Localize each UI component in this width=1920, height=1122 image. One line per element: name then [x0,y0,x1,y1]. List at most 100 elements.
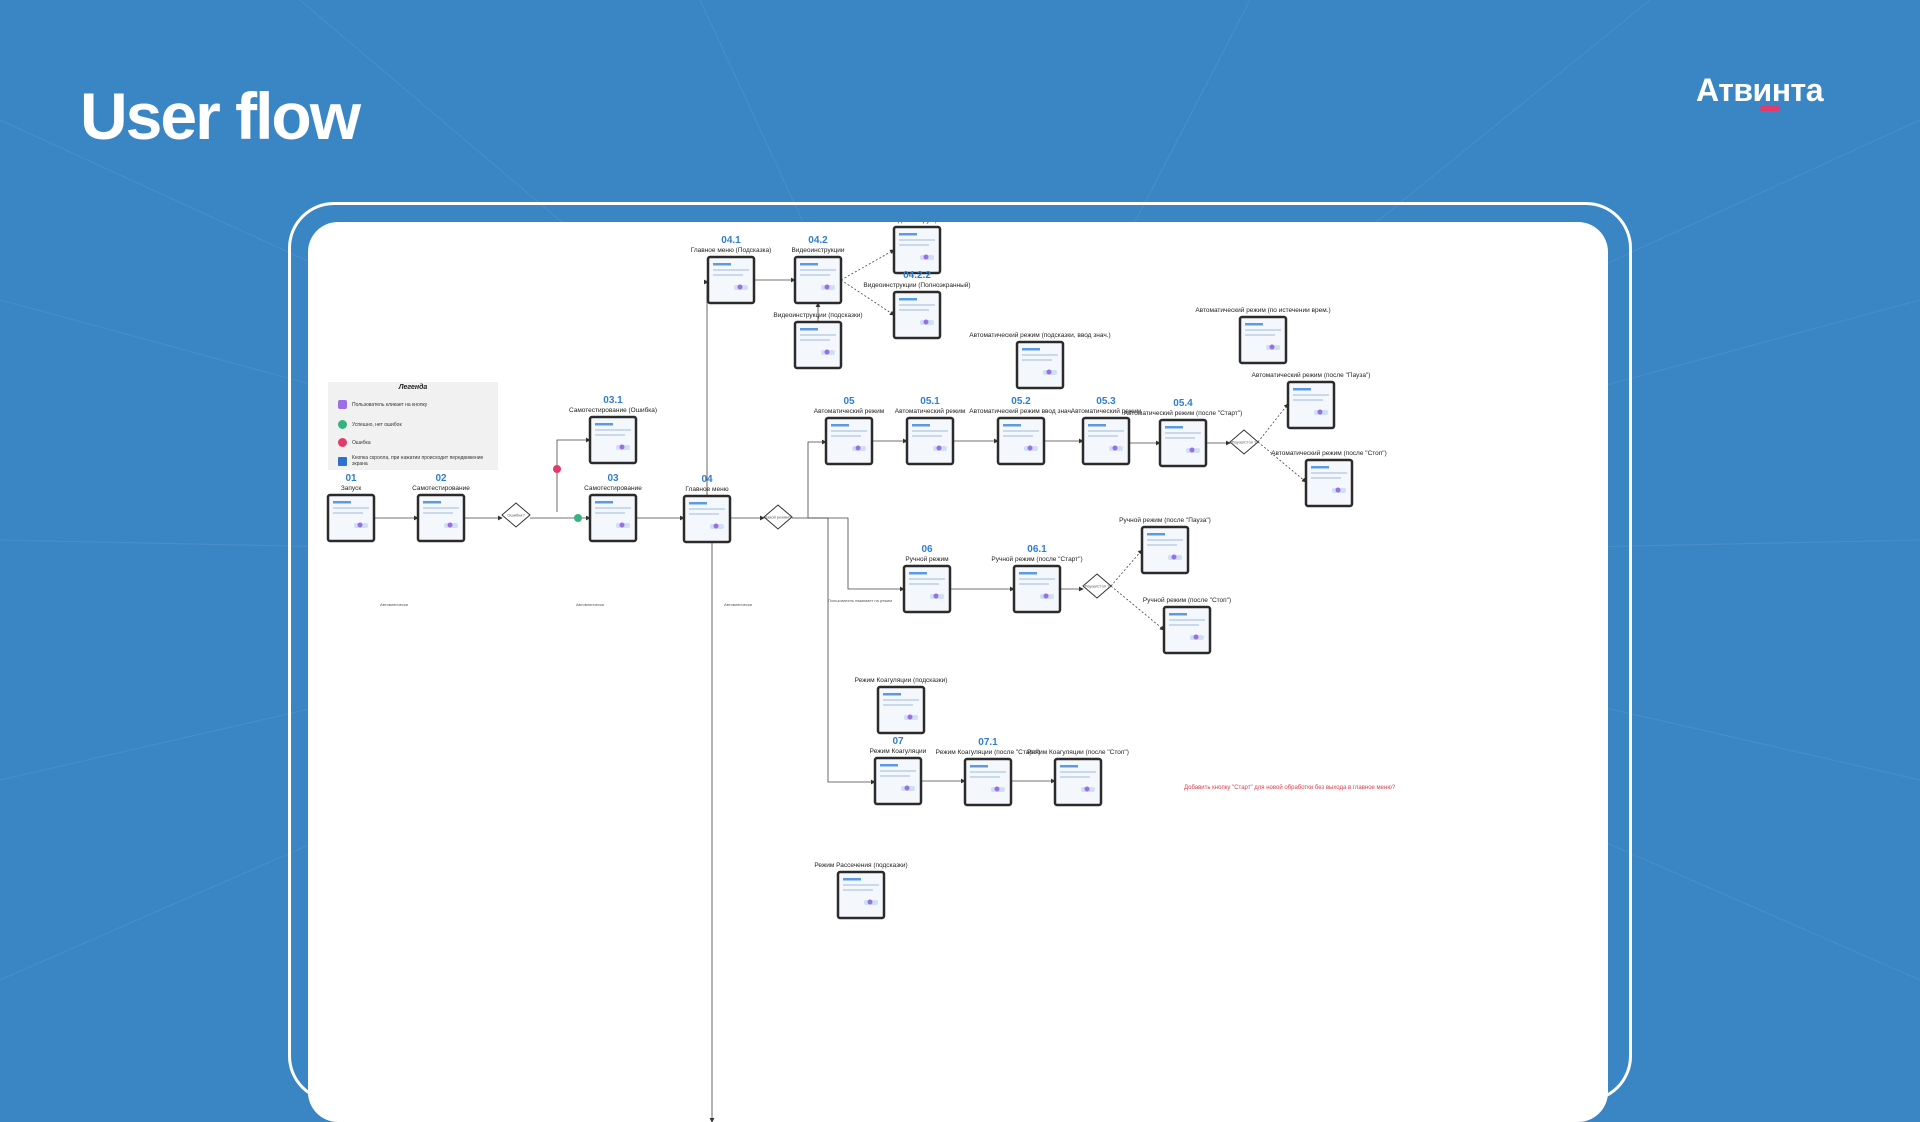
screen-node: Ручной режим (после "Стоп") [1143,596,1231,655]
click-marker-icon [357,522,363,528]
screen-number: 05.1 [920,396,940,407]
screen-ui-line [1060,776,1090,778]
screen-node: 05.2Автоматический режим ввод знач. [969,396,1073,466]
screen-ui-line [1165,432,1201,434]
screen-ui-line [1147,544,1177,546]
screen-ui-bar [333,501,351,504]
connector [808,517,876,785]
screen-ui-line [689,513,719,515]
screen-number: 05 [843,396,855,407]
decision-label: Пауза/Стоп ? [1232,440,1257,445]
screen-ui-line [423,507,459,509]
screen-node: 01Запуск [326,473,376,543]
screen-ui-bar [1245,323,1263,326]
screen-ui-line [333,512,363,514]
click-marker-icon [1189,447,1195,453]
screen-ui-line [970,776,1000,778]
screen-number: 04.2.2 [903,270,931,281]
edge-label: Автоматически [724,602,752,607]
screen-ui-line [843,889,873,891]
screen-title: Режим Коагуляции (подсказки) [855,677,948,684]
screen-ui-line [1169,624,1199,626]
screen-title: Автоматический режим [895,407,966,415]
screen-ui-line [689,508,725,510]
screen-ui-line [909,583,939,585]
screen-number: 05.4 [1173,398,1193,409]
click-marker-icon [867,899,873,905]
screen-title: Видеоинструкции (Полноэкранный) [863,281,970,289]
screen-title: Ручной режим [905,555,949,563]
screen-ui-line [595,507,631,509]
screen-ui-line [1245,334,1275,336]
screen-ui-line [1147,539,1183,541]
screen-ui-bar [970,765,988,768]
screen-title: Видеоинструкции (подсказки) [773,312,862,319]
click-marker-icon [1193,634,1199,640]
screen-title: Автоматический режим (после "Старт") [1124,409,1243,417]
screen-ui-bar [1003,424,1021,427]
click-marker-icon [1084,786,1090,792]
decision-node: Какой режим? [763,504,793,530]
screen-node: Режим Коагуляции (подсказки) [855,677,948,735]
screen-number: 03.1 [603,395,623,406]
click-marker-icon [1043,593,1049,599]
screen-ui-line [883,704,913,706]
screen-title: Запуск [341,485,361,492]
screen-node: 04.1Главное меню (Подсказка) [691,235,771,305]
screen-number: 04.1 [721,235,741,246]
edge-label: Автоматически [576,602,604,607]
click-marker-icon [907,714,913,720]
click-marker-icon [1317,409,1323,415]
screen-ui-bar [912,424,930,427]
screen-node: 05.1Автоматический режим [895,396,966,466]
screen-node: Автоматический режим (по истечении врем.… [1195,306,1331,365]
click-marker-icon [1046,369,1052,375]
screen-node: 04.2.2Видеоинструкции (Полноэкранный) [863,270,971,340]
screen-title: Автоматический режим (после "Пауза") [1252,371,1371,379]
decision-node: Пауза/Стоп ? [1082,573,1112,599]
brand-logo: Атвинта [1696,72,1824,108]
screen-ui-line [595,512,625,514]
screen-ui-bar [1169,613,1187,616]
screen-node: 05.4Автоматический режим (после "Старт") [1124,398,1243,468]
screen-ui-bar [831,424,849,427]
screen-ui-bar [899,233,917,236]
screen-ui-line [970,771,1006,773]
decision-label: Ошибка? [507,513,525,518]
click-marker-icon [855,445,861,451]
screen-ui-line [1003,435,1033,437]
connector [840,249,895,281]
screen-ui-bar [800,328,818,331]
screen-ui-line [1022,354,1058,356]
screen-node: 05.3Автоматический режим [1071,396,1142,466]
screen-ui-bar [713,263,731,266]
screen-title: Автоматический режим [814,407,885,415]
screen-node: 05Автоматический режим [814,396,885,466]
screen-number: 07.1 [978,737,998,748]
screen-title: Самотестирование [584,485,642,492]
screen-ui-line [1003,430,1039,432]
screen-ui-line [1311,472,1347,474]
click-marker-icon [619,522,625,528]
click-marker-icon [824,284,830,290]
screen-ui-line [595,434,625,436]
screen-ui-bar [800,263,818,266]
screen-node: 07Режим Коагуляции [870,736,927,806]
screen-ui-line [899,304,935,306]
click-marker-icon [737,284,743,290]
screen-ui-line [333,507,369,509]
screen-ui-bar [883,693,901,696]
click-marker-icon [1171,554,1177,560]
screen-title: Самотестирование (Ошибка) [569,406,657,414]
screen-number: 06 [921,544,933,555]
screen-title: Режим Коагуляции [870,748,927,755]
screen-node: 03Самотестирование [584,473,642,543]
screen-title: Ручной режим (после "Старт") [991,555,1082,563]
screen-ui-line [1293,399,1323,401]
screen-ui-line [880,775,910,777]
screen-number: 05.3 [1096,396,1116,407]
screen-ui-line [1293,394,1329,396]
screen-title: Главное меню [685,486,728,493]
screen-title: Автоматический режим (после "Стоп") [1271,449,1387,457]
screen-node: 02Самотестирование [412,473,470,543]
